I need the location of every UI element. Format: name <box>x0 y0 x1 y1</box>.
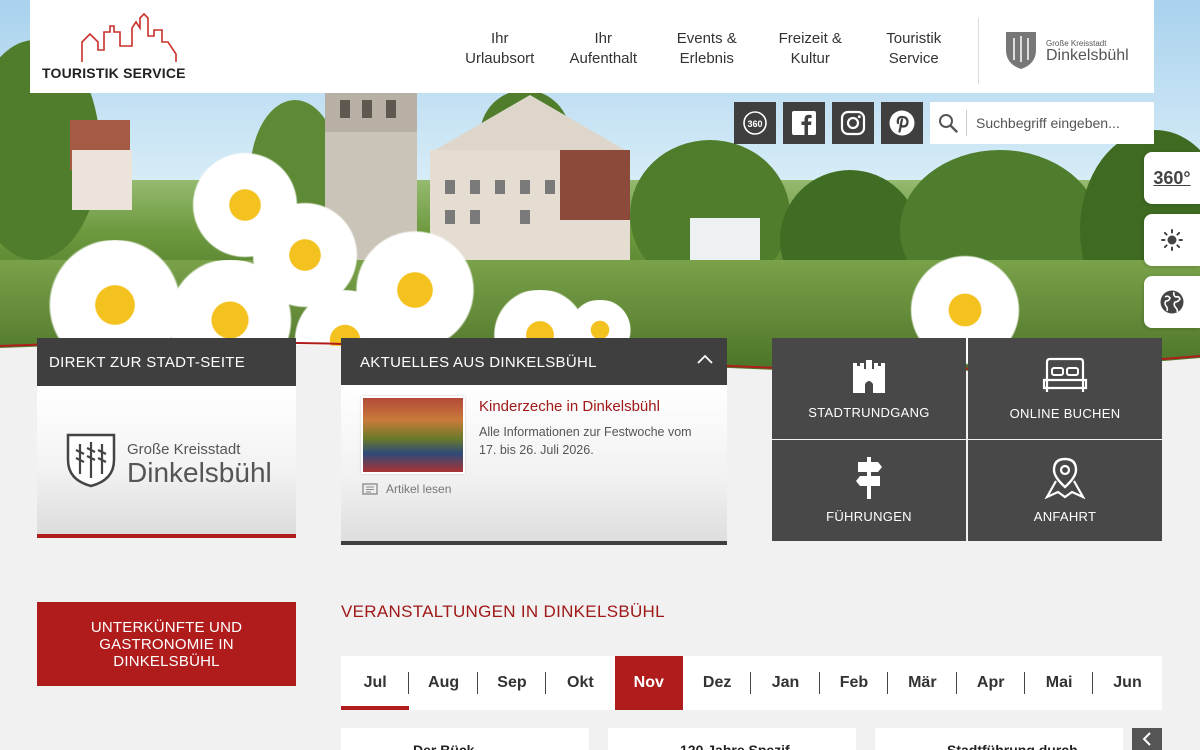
news-thumbnail[interactable] <box>361 396 465 474</box>
search-input[interactable] <box>976 115 1146 131</box>
map-pin-icon <box>1044 457 1086 499</box>
tab-month-dez[interactable]: Dez <box>683 656 752 710</box>
news-excerpt: Alle Informationen zur Festwoche vom 17.… <box>479 425 692 457</box>
signpost-icon <box>856 457 882 499</box>
events-title: VERANSTALTUNGEN IN DINKELSBÜHL <box>341 602 665 621</box>
nav-item-touristik-service[interactable]: Touristik Service <box>862 0 966 93</box>
nav-item-urlaubsort[interactable]: Ihr Urlaubsort <box>448 0 552 93</box>
search-box <box>930 102 1154 144</box>
coat-of-arms-icon <box>66 433 116 488</box>
accommodation-button[interactable]: UNTERKÜNFTE UND GASTRONOMIE IN DINKELSBÜ… <box>37 602 296 686</box>
town-silhouette-icon <box>81 12 177 62</box>
event-card[interactable]: Der Bück <box>341 728 589 750</box>
tab-month-feb[interactable]: Feb <box>820 656 889 710</box>
city-name-small: Große Kreisstadt <box>127 441 241 458</box>
carousel-prev-button[interactable] <box>1132 728 1162 750</box>
360-icon: 360 <box>743 111 767 135</box>
globe-icon <box>1160 290 1184 314</box>
instagram-button[interactable] <box>832 102 874 144</box>
tile-online-buchen[interactable]: ONLINE BUCHEN <box>968 338 1162 439</box>
chevron-up-icon <box>697 354 713 364</box>
main-nav: Ihr Urlaubsort Ihr Aufenthalt Events & Erle… <box>448 0 966 93</box>
tab-month-apr[interactable]: Apr <box>957 656 1025 710</box>
side-tab-weather[interactable] <box>1144 214 1200 266</box>
city-logo[interactable]: Große Kreisstadt Dinkelsbühl <box>1004 30 1134 70</box>
instagram-icon <box>840 110 866 136</box>
nav-item-events[interactable]: Events & Erlebnis <box>655 0 759 93</box>
read-more-link[interactable]: Artikel lesen <box>362 482 451 496</box>
brand-name: TOURISTIK SERVICE <box>42 65 186 81</box>
nav-item-freizeit[interactable]: Freizeit & Kultur <box>759 0 863 93</box>
360-icon: 360° <box>1153 167 1191 188</box>
tab-month-mai[interactable]: Mai <box>1025 656 1094 710</box>
tile-fuehrungen[interactable]: FÜHRUNGEN <box>772 440 966 541</box>
nav-divider <box>978 18 979 84</box>
month-tabs: Jul Aug Sep Okt Nov Dez Jan Feb Mär Apr … <box>341 656 1162 710</box>
tab-month-maer[interactable]: Mär <box>888 656 957 710</box>
pinterest-button[interactable] <box>881 102 923 144</box>
tab-month-nov[interactable]: Nov <box>614 656 683 710</box>
event-card[interactable]: 120 Jahre Spezif <box>608 728 856 750</box>
city-page-link[interactable]: Große Kreisstadt Dinkelsbühl <box>37 386 296 538</box>
sun-icon <box>1161 229 1183 251</box>
svg-text:360: 360 <box>747 119 762 129</box>
tab-month-jul[interactable]: Jul <box>341 656 410 710</box>
news-panel-header[interactable]: AKTUELLES AUS DINKELSBÜHL <box>341 338 727 386</box>
nav-item-aufenthalt[interactable]: Ihr Aufenthalt <box>552 0 656 93</box>
coat-of-arms-icon <box>1006 32 1036 69</box>
side-tab-language[interactable] <box>1144 276 1200 328</box>
site-header: TOURISTIK SERVICE Ihr Urlaubsort Ihr Aufen… <box>30 0 1154 93</box>
chevron-left-icon <box>1142 732 1151 746</box>
city-name-large: Dinkelsbühl <box>127 457 272 488</box>
city-panel-header: DIREKT ZUR STADT-SEITE <box>37 338 296 386</box>
side-tab-360[interactable]: 360° <box>1144 152 1200 204</box>
newspaper-icon <box>362 483 378 495</box>
news-item: Kinderzeche in Dinkelsbühl Alle Informat… <box>341 385 727 545</box>
facebook-button[interactable] <box>783 102 825 144</box>
tab-month-okt[interactable]: Okt <box>546 656 614 710</box>
tile-stadtrundgang[interactable]: STADTRUNDGANG <box>772 338 966 439</box>
search-icon[interactable] <box>930 102 966 144</box>
castle-icon <box>853 360 885 393</box>
search-divider <box>966 110 967 136</box>
facebook-icon <box>792 111 816 135</box>
360-tour-button[interactable]: 360 <box>734 102 776 144</box>
bed-icon <box>1042 357 1088 392</box>
pinterest-icon <box>889 110 915 136</box>
tile-anfahrt[interactable]: ANFAHRT <box>968 440 1162 541</box>
event-card[interactable]: Stadtführung durch <box>875 728 1123 750</box>
tab-month-jun[interactable]: Jun <box>1093 656 1161 710</box>
touristik-service-logo[interactable]: TOURISTIK SERVICE <box>42 12 192 84</box>
news-title[interactable]: Kinderzeche in Dinkelsbühl <box>479 398 660 415</box>
tab-month-jan[interactable]: Jan <box>751 656 820 710</box>
tab-month-sep[interactable]: Sep <box>478 656 547 710</box>
tab-month-aug[interactable]: Aug <box>409 656 478 710</box>
